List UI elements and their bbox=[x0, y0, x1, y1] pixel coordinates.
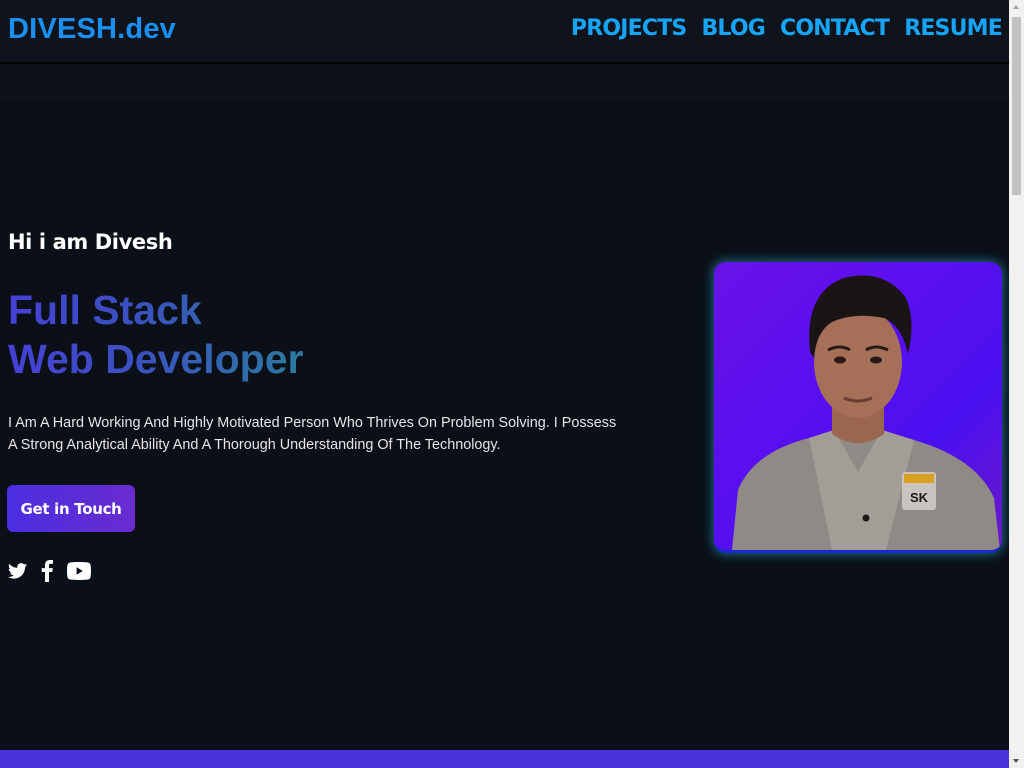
shirt-badge-text: SK bbox=[910, 490, 929, 505]
profile-photo: SK bbox=[714, 262, 1002, 553]
nav-link-resume[interactable]: RESUME bbox=[904, 16, 1003, 41]
page: DIVESH.dev PROJECTS BLOG CONTACT RESUME … bbox=[0, 0, 1009, 768]
main-nav: PROJECTS BLOG CONTACT RESUME bbox=[571, 16, 1003, 41]
site-logo[interactable]: DIVESH.dev bbox=[8, 13, 176, 46]
hero-headline: Full Stack Web Developer bbox=[8, 286, 303, 384]
profile-person-illustration: SK bbox=[732, 275, 1000, 550]
scroll-up-arrow[interactable] bbox=[1009, 0, 1024, 14]
nav-link-contact[interactable]: CONTACT bbox=[780, 16, 890, 41]
hero-greeting: Hi i am Divesh bbox=[8, 230, 173, 254]
get-in-touch-button[interactable]: Get in Touch bbox=[7, 485, 135, 532]
social-links bbox=[8, 560, 91, 582]
hero-bio: I Am A Hard Working And Highly Motivated… bbox=[8, 415, 617, 453]
page-scrollbar[interactable] bbox=[1009, 0, 1024, 768]
next-section-band bbox=[0, 750, 1009, 768]
scroll-down-arrow[interactable] bbox=[1009, 754, 1024, 768]
navbar: DIVESH.dev PROJECTS BLOG CONTACT RESUME bbox=[0, 0, 1009, 64]
twitter-icon[interactable] bbox=[8, 560, 27, 582]
headline-line-1: Full Stack bbox=[8, 287, 202, 333]
headline-line-2: Web Developer bbox=[8, 336, 304, 382]
facebook-icon[interactable] bbox=[41, 560, 53, 582]
header-subbar bbox=[0, 64, 1009, 100]
youtube-icon[interactable] bbox=[67, 560, 91, 582]
nav-link-blog[interactable]: BLOG bbox=[701, 16, 765, 41]
scroll-thumb[interactable] bbox=[1012, 17, 1021, 195]
nav-link-projects[interactable]: PROJECTS bbox=[571, 16, 687, 41]
